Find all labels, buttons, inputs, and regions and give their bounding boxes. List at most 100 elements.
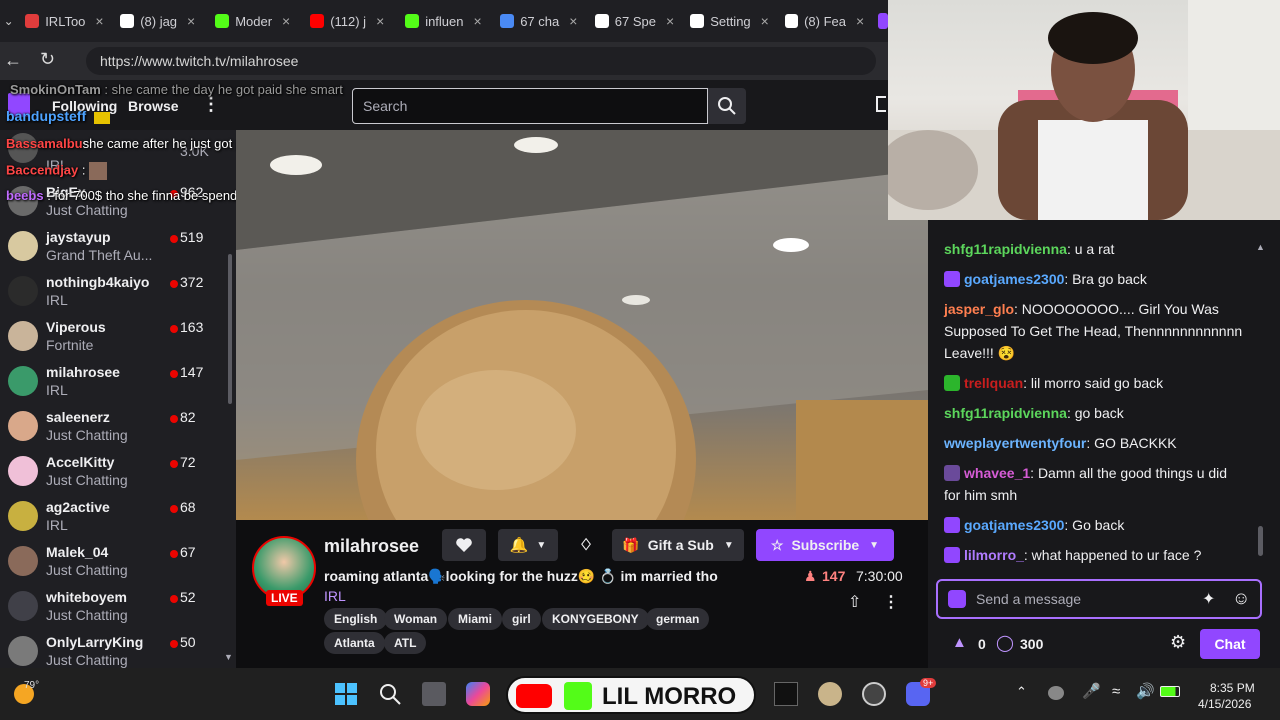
drops-button[interactable]: ♢ (572, 529, 600, 561)
start-icon[interactable] (334, 682, 358, 706)
url-field[interactable]: https://www.twitch.tv/milahrosee (86, 47, 876, 75)
close-tab-icon[interactable]: × (569, 13, 577, 29)
sidebar-scrollbar[interactable] (228, 254, 232, 404)
prime-badge-icon[interactable] (944, 547, 960, 563)
close-tab-icon[interactable]: × (761, 13, 769, 29)
task-view-icon[interactable] (422, 682, 446, 706)
browser-tab[interactable]: influen × (397, 6, 492, 36)
overlay-chat-line: bandupsteff (6, 108, 110, 124)
gift-sub-button[interactable]: 🎁 Gift a Sub ▼ (612, 529, 744, 561)
copilot-icon[interactable] (466, 682, 490, 706)
chat-input-placeholder: Send a message (976, 591, 1082, 607)
tag[interactable]: Atlanta (324, 632, 385, 654)
wifi-icon[interactable]: ≈ (1112, 683, 1120, 700)
tag[interactable]: KONYGEBONY (542, 608, 649, 630)
chat-username[interactable]: goatjames2300 (964, 517, 1064, 533)
taskbar-search-icon[interactable] (378, 682, 402, 706)
close-tab-icon[interactable]: × (376, 13, 384, 29)
back-arrow-icon[interactable]: ← (4, 50, 22, 71)
chat-username[interactable]: jasper_glo (944, 301, 1014, 317)
emote-picker-icon[interactable]: ☺ (1232, 588, 1250, 609)
tag[interactable]: ATL (384, 632, 427, 654)
channel-name: AccelKitty (46, 454, 115, 470)
sub-badge-icon[interactable] (944, 271, 960, 287)
channel-points-icon[interactable]: ◯ (996, 633, 1014, 653)
notification-icon[interactable] (876, 96, 886, 112)
tag[interactable]: german (646, 608, 710, 630)
video-player[interactable] (236, 130, 928, 520)
reload-icon[interactable]: ↻ (40, 49, 55, 70)
search-input[interactable]: Search (352, 88, 708, 124)
browser-tab[interactable]: (8) jag × (112, 6, 207, 36)
close-tab-icon[interactable]: × (474, 13, 482, 29)
bits-icon[interactable]: ✦ (1202, 589, 1215, 609)
chat-username[interactable]: shfg11rapidvienna (944, 241, 1067, 257)
browser-icon[interactable] (862, 682, 886, 706)
search-button[interactable] (708, 88, 746, 124)
browser-tab[interactable]: 67 cha × (492, 6, 587, 36)
browser-tab[interactable]: (112) j × (302, 6, 397, 36)
tray-app-icon[interactable] (1048, 686, 1064, 700)
badge-icon[interactable] (948, 590, 966, 608)
chat-username[interactable]: goatjames2300 (964, 271, 1064, 287)
tag[interactable]: Miami (448, 608, 503, 630)
chat-username[interactable]: lilmorro_ (964, 547, 1024, 563)
close-tab-icon[interactable]: × (856, 13, 864, 29)
clock-time[interactable]: 8:35 PM (1210, 681, 1255, 695)
call-of-duty-icon[interactable] (774, 682, 798, 706)
browser-tab[interactable]: (8) Fea × (777, 6, 872, 36)
subscribe-button[interactable]: ☆ Subscribe ▼ (756, 529, 894, 561)
tag[interactable]: English (324, 608, 388, 630)
follow-button[interactable] (442, 529, 486, 561)
sidebar-channel[interactable]: ag2active IRL 68 (0, 495, 230, 540)
nav-browse[interactable]: Browse (128, 98, 179, 114)
sidebar-channel[interactable]: saleenerz Just Chatting 82 (0, 405, 230, 450)
bits-badge-icon[interactable] (944, 465, 960, 481)
sidebar-channel[interactable]: jaystayup Grand Theft Au... 519 (0, 225, 230, 270)
close-tab-icon[interactable]: × (282, 13, 290, 29)
tag[interactable]: Woman (384, 608, 448, 630)
app-icon[interactable] (818, 682, 842, 706)
sub-badge-icon[interactable] (944, 517, 960, 533)
chat-username[interactable]: trellquan (964, 375, 1023, 391)
scroll-up-icon[interactable]: ▲ (1256, 242, 1265, 252)
volume-icon[interactable]: 🔊 (1136, 682, 1155, 700)
avatar (8, 411, 38, 441)
chat-username[interactable]: wweplayertwentyfour (944, 435, 1086, 451)
browser-tab[interactable]: Setting × (682, 6, 777, 36)
notifications-button[interactable]: 🔔 ▼ (498, 529, 558, 561)
tab-list-chevron-icon[interactable]: ⌄ (0, 14, 17, 28)
chat-username[interactable]: whavee_1 (964, 465, 1030, 481)
chat-send-button[interactable]: Chat (1200, 629, 1260, 659)
more-options-icon[interactable]: ⋮ (883, 592, 899, 612)
check-badge-icon[interactable] (944, 375, 960, 391)
sidebar-channel[interactable]: whiteboyem Just Chatting 52 (0, 585, 230, 630)
sidebar-channel[interactable]: milahrosee IRL 147 (0, 360, 230, 405)
twitch-tab-icon[interactable] (878, 13, 888, 29)
close-tab-icon[interactable]: × (95, 13, 103, 29)
chat-username[interactable]: shfg11rapidvienna (944, 405, 1067, 421)
sidebar-channel[interactable]: Viperous Fortnite 163 (0, 315, 230, 360)
scroll-down-icon[interactable]: ▼ (224, 652, 233, 662)
close-tab-icon[interactable]: × (187, 13, 195, 29)
chat-input[interactable]: Send a message ✦ ☺ (936, 579, 1262, 619)
battery-icon[interactable] (1160, 686, 1180, 697)
browser-tab[interactable]: 67 Spe × (587, 6, 682, 36)
microphone-icon[interactable]: 🎤 (1082, 682, 1101, 700)
clock-date[interactable]: 4/15/2026 (1198, 697, 1251, 711)
channel-name[interactable]: milahrosee (324, 536, 419, 557)
more-menu-icon[interactable]: ⋮ (202, 94, 220, 115)
sidebar-channel[interactable]: OnlyLarryKing Just Chatting 50 (0, 630, 230, 668)
sidebar-channel[interactable]: AccelKitty Just Chatting 72 (0, 450, 230, 495)
sidebar-channel[interactable]: nothingb4kaiyo IRL 372 (0, 270, 230, 315)
tray-chevron-icon[interactable]: ⌃ (1016, 684, 1027, 700)
chat-scrollbar[interactable] (1258, 526, 1263, 556)
tag[interactable]: girl (502, 608, 541, 630)
stream-category[interactable]: IRL (324, 588, 346, 604)
browser-tab[interactable]: Moder × (207, 6, 302, 36)
sidebar-channel[interactable]: Malek_04 Just Chatting 67 (0, 540, 230, 585)
share-icon[interactable]: ⇧ (848, 592, 861, 612)
chat-settings-icon[interactable]: ⚙ (1170, 632, 1186, 653)
browser-tab[interactable]: IRLToo × (17, 6, 112, 36)
close-tab-icon[interactable]: × (666, 13, 674, 29)
